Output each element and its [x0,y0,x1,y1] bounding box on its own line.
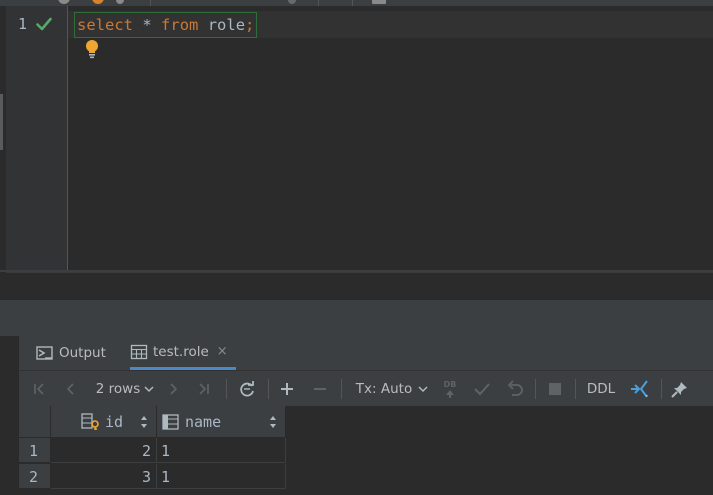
row-number[interactable]: 1 [19,438,50,463]
chevron-right-icon [170,383,178,395]
column-header-name-label: name [185,412,222,431]
minus-icon [314,388,326,390]
column-header-id[interactable]: id [51,406,157,438]
compare-button[interactable] [629,378,651,400]
sql-editor[interactable]: 1 select * from role; [0,6,713,272]
rows-count-dropdown[interactable]: 2 rows [93,378,157,400]
table-identifier: role [207,16,246,34]
table-cell-name[interactable]: 1 [157,438,286,463]
checkmark-icon [474,383,490,396]
pin-icon [671,382,687,398]
toolbar-separator [341,379,342,399]
refresh-icon [240,381,254,397]
stop-icon [549,383,561,395]
last-page-button[interactable] [196,378,212,400]
sql-statement[interactable]: select * from role; [74,12,258,38]
key-column-icon [81,412,99,430]
commit-button[interactable] [473,378,491,400]
toolbar-separator [268,379,269,399]
toolbar-separator [535,379,536,399]
editor-scrollbar[interactable] [0,94,3,150]
console-output-icon [36,346,53,360]
tab-test-role-label: test.role [153,343,209,360]
transaction-mode-label: Tx: Auto [355,381,413,397]
toolbar-icon[interactable] [58,0,70,4]
pin-tab-button[interactable] [671,378,689,400]
line-number: 1 [18,15,28,33]
tab-test-role[interactable]: test.role × [130,336,236,370]
results-panel: Output test.role × 2 rows Tx: Auto DB DD… [19,336,713,495]
compare-arrows-icon [631,380,648,398]
sort-icon[interactable] [269,415,277,429]
row-number[interactable]: 2 [19,464,50,489]
ddl-button[interactable]: DDL [585,378,617,400]
keyword-from: from [161,16,199,34]
lightbulb-icon[interactable] [84,39,100,59]
star-operator: * [142,16,152,34]
delete-row-button[interactable] [312,378,328,400]
editor-gutter: 1 [6,6,68,270]
results-tabs: Output test.role × [19,336,713,370]
toolbar-separator [661,379,662,399]
sort-icon[interactable] [140,415,148,429]
database-console: 1 select * from role; Output test.role ×… [0,0,713,495]
plus-icon [281,383,293,395]
chevron-down-icon [144,386,154,393]
chevron-down-icon [418,386,428,393]
first-page-icon [34,383,44,395]
close-icon[interactable]: × [217,344,228,359]
semicolon: ; [245,16,255,34]
toolbar-icon[interactable] [92,0,104,4]
results-toolbar: 2 rows Tx: Auto DB DDL [19,370,713,407]
results-grid: id name 1 2 1 2 3 1 [19,406,713,495]
ddl-label: DDL [586,381,616,397]
toolbar-icon[interactable] [372,0,386,4]
table-cell-id[interactable]: 3 [51,464,157,489]
check-icon [36,17,52,31]
toolbar-icon[interactable] [116,0,124,4]
submit-db-button[interactable]: DB [441,378,459,400]
keyword-select: select [77,16,133,34]
editor-status-strip [6,272,713,301]
table-cell-name[interactable]: 1 [157,464,286,489]
table-cell-id[interactable]: 2 [51,438,157,463]
refresh-button[interactable] [238,378,256,400]
grid-corner[interactable] [19,406,51,438]
rows-count-label: 2 rows [95,381,141,397]
column-icon [162,413,179,430]
undo-icon [507,380,523,396]
panel-divider[interactable] [0,300,713,336]
rollback-button[interactable] [506,378,524,400]
stop-button[interactable] [547,378,563,400]
first-page-button[interactable] [31,378,47,400]
tab-output-label: Output [59,345,106,361]
transaction-mode-dropdown[interactable]: Tx: Auto [355,378,429,400]
table-icon [130,344,148,359]
db-label: DB [443,379,457,389]
column-header-name[interactable]: name [157,406,286,438]
add-row-button[interactable] [279,378,295,400]
column-header-id-label: id [105,412,124,431]
previous-page-button[interactable] [63,378,79,400]
toolbar-separator [575,379,576,399]
tab-output[interactable]: Output [36,336,106,370]
arrow-up-icon [446,389,454,398]
chevron-left-icon [66,383,74,395]
toolbar-separator [226,379,227,399]
last-page-icon [199,383,209,395]
toolbar-icon[interactable] [288,0,296,4]
next-page-button[interactable] [165,378,181,400]
